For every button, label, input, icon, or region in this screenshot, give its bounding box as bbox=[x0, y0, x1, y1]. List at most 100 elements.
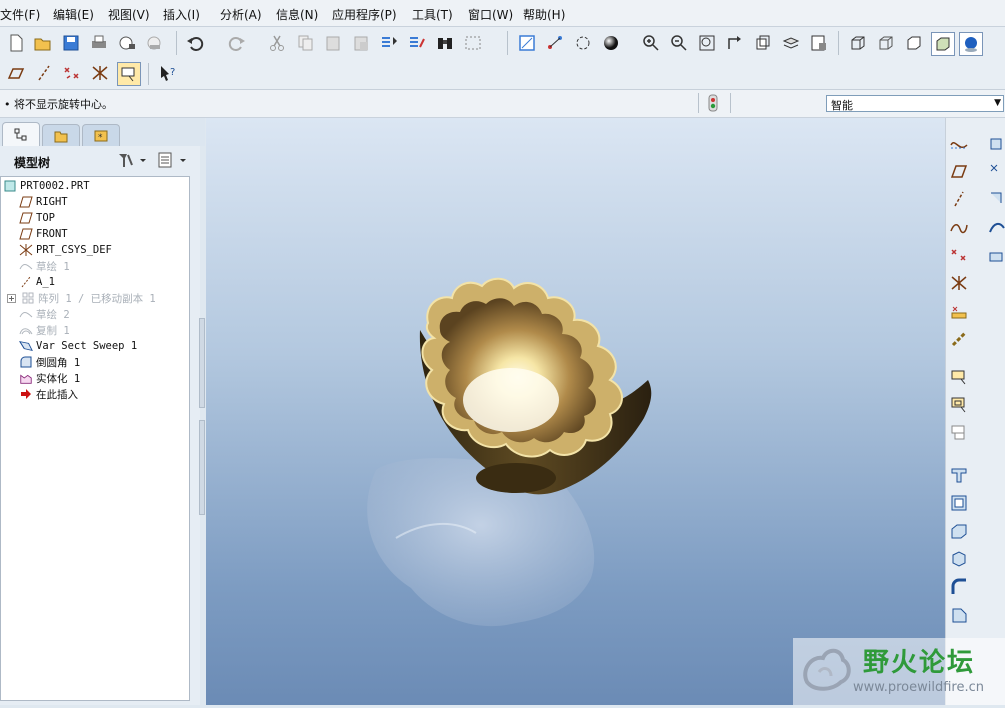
mail-send-icon[interactable] bbox=[144, 32, 166, 54]
shading-icon[interactable] bbox=[931, 32, 955, 56]
csys-tool-icon[interactable] bbox=[948, 272, 970, 294]
sketched-curve-display-icon[interactable] bbox=[948, 132, 970, 154]
menu-tools[interactable]: 工具(T) bbox=[412, 6, 453, 23]
regenerate-icon[interactable] bbox=[378, 32, 400, 54]
graphics-viewport[interactable] bbox=[206, 118, 945, 705]
traffic-light-icon[interactable] bbox=[706, 94, 720, 112]
solidify-icon bbox=[19, 371, 33, 385]
tree-show-button[interactable] bbox=[156, 150, 190, 170]
panel-sash-handle[interactable] bbox=[199, 318, 205, 408]
tab-favorites[interactable]: * bbox=[82, 124, 120, 147]
print-icon[interactable] bbox=[88, 32, 110, 54]
copy-icon[interactable] bbox=[294, 32, 316, 54]
menu-insert[interactable]: 插入(I) bbox=[163, 6, 200, 23]
tree-item-solidify[interactable]: 实体化 1 bbox=[19, 370, 80, 386]
tree-item-pattern[interactable]: 阵列 1 / 已移动副本 1 bbox=[4, 290, 156, 306]
tab-folder-browser[interactable] bbox=[42, 124, 80, 147]
menu-applications[interactable]: 应用程序(P) bbox=[332, 6, 397, 23]
undo-icon[interactable] bbox=[184, 32, 206, 54]
refit-icon[interactable] bbox=[696, 32, 718, 54]
shell-tool-icon[interactable] bbox=[948, 492, 970, 514]
layer-tree-icon[interactable] bbox=[948, 394, 970, 416]
menu-window[interactable]: 窗口(W) bbox=[468, 6, 513, 23]
save-icon[interactable] bbox=[60, 32, 82, 54]
menu-file[interactable]: 文件(F) bbox=[0, 6, 40, 23]
watermark-title: 野火论坛 bbox=[863, 648, 976, 678]
chain-icon[interactable] bbox=[948, 328, 970, 350]
tree-item-csys[interactable]: PRT_CSYS_DEF bbox=[19, 242, 112, 258]
saved-views-icon[interactable] bbox=[752, 32, 774, 54]
tree-item-top[interactable]: TOP bbox=[19, 210, 55, 226]
orient-mode-icon[interactable] bbox=[572, 32, 594, 54]
paste-special-icon[interactable] bbox=[350, 32, 372, 54]
datum-plane-tool-icon[interactable] bbox=[948, 160, 970, 182]
annotation-display-icon[interactable] bbox=[117, 62, 141, 86]
tab-model-tree[interactable] bbox=[2, 122, 40, 147]
open-icon[interactable] bbox=[32, 32, 54, 54]
mail-icon[interactable] bbox=[116, 32, 138, 54]
datum-display-icon[interactable] bbox=[516, 32, 538, 54]
note-icon[interactable] bbox=[948, 366, 970, 388]
menu-analysis[interactable]: 分析(A) bbox=[220, 6, 262, 23]
csys-display-icon[interactable] bbox=[89, 62, 111, 84]
style-icon[interactable] bbox=[948, 422, 970, 444]
view-manager-icon[interactable] bbox=[808, 32, 830, 54]
datum-curve-tool-icon[interactable] bbox=[948, 216, 970, 238]
feature-toolbar bbox=[945, 118, 1005, 705]
datum-axis-display-icon[interactable] bbox=[33, 62, 55, 84]
datum-point-display-icon[interactable] bbox=[61, 62, 83, 84]
regen-manager-icon[interactable] bbox=[406, 32, 428, 54]
zoom-out-icon[interactable] bbox=[668, 32, 690, 54]
tree-item-sketch-2[interactable]: 草绘 2 bbox=[19, 306, 70, 322]
context-help-icon[interactable]: ? bbox=[157, 62, 179, 84]
panel-sash-handle[interactable] bbox=[199, 420, 205, 515]
revolve-tool-icon[interactable] bbox=[986, 188, 1005, 210]
datum-point-tool-icon[interactable] bbox=[948, 244, 970, 266]
paste-icon[interactable] bbox=[322, 32, 344, 54]
tree-item-sketch-1[interactable]: 草绘 1 bbox=[19, 258, 70, 274]
datum-plane-display-icon[interactable] bbox=[5, 62, 27, 84]
round-tool-icon[interactable] bbox=[948, 576, 970, 598]
tree-item-front[interactable]: FRONT bbox=[19, 226, 68, 242]
cut-icon[interactable] bbox=[266, 32, 288, 54]
sketch-tool-icon[interactable] bbox=[986, 132, 1005, 154]
selection-filter-select[interactable]: 智能 ▼ bbox=[826, 95, 1004, 112]
analysis-feature-icon[interactable] bbox=[948, 300, 970, 322]
appearance-sphere-icon[interactable] bbox=[600, 32, 622, 54]
reorient-icon[interactable] bbox=[724, 32, 746, 54]
point-tool-icon[interactable] bbox=[986, 160, 1005, 182]
extrude-tool-icon[interactable] bbox=[948, 464, 970, 486]
datum-axis-tool-icon[interactable] bbox=[948, 188, 970, 210]
tree-item-round[interactable]: 倒圆角 1 bbox=[19, 354, 80, 370]
tree-item-sweep[interactable]: Var Sect Sweep 1 bbox=[19, 338, 137, 354]
spin-center-icon[interactable] bbox=[544, 32, 566, 54]
tree-item-right[interactable]: RIGHT bbox=[19, 194, 68, 210]
expand-plus-icon[interactable] bbox=[4, 291, 18, 305]
redo-icon[interactable] bbox=[226, 32, 248, 54]
chamfer-tool-icon[interactable] bbox=[948, 604, 970, 626]
menu-info[interactable]: 信息(N) bbox=[276, 6, 318, 23]
boundary-tool-icon[interactable] bbox=[986, 244, 1005, 266]
tree-item-copy[interactable]: 复制 1 bbox=[19, 322, 70, 338]
zoom-in-icon[interactable] bbox=[640, 32, 662, 54]
rib-tool-icon[interactable] bbox=[948, 520, 970, 542]
search-binoculars-icon[interactable] bbox=[434, 32, 456, 54]
bowl-model-render bbox=[367, 277, 652, 627]
layers-icon[interactable] bbox=[780, 32, 802, 54]
tree-settings-button[interactable] bbox=[116, 150, 150, 170]
new-icon[interactable] bbox=[5, 32, 27, 54]
wireframe-icon[interactable] bbox=[847, 32, 869, 54]
enhanced-realism-icon[interactable] bbox=[959, 32, 983, 56]
no-hidden-icon[interactable] bbox=[903, 32, 925, 54]
tree-item-root[interactable]: PRT0002.PRT bbox=[3, 178, 90, 194]
tree-item-insert-here[interactable]: 在此插入 bbox=[19, 386, 78, 402]
menu-edit[interactable]: 编辑(E) bbox=[53, 6, 94, 23]
hidden-line-icon[interactable] bbox=[875, 32, 897, 54]
draft-tool-icon[interactable] bbox=[948, 548, 970, 570]
round-icon bbox=[19, 355, 33, 369]
select-box-icon[interactable] bbox=[462, 32, 484, 54]
menu-view[interactable]: 视图(V) bbox=[108, 6, 150, 23]
tree-item-axis[interactable]: A_1 bbox=[19, 274, 55, 290]
menu-help[interactable]: 帮助(H) bbox=[523, 6, 565, 23]
sweep-tool-icon[interactable] bbox=[986, 216, 1005, 238]
